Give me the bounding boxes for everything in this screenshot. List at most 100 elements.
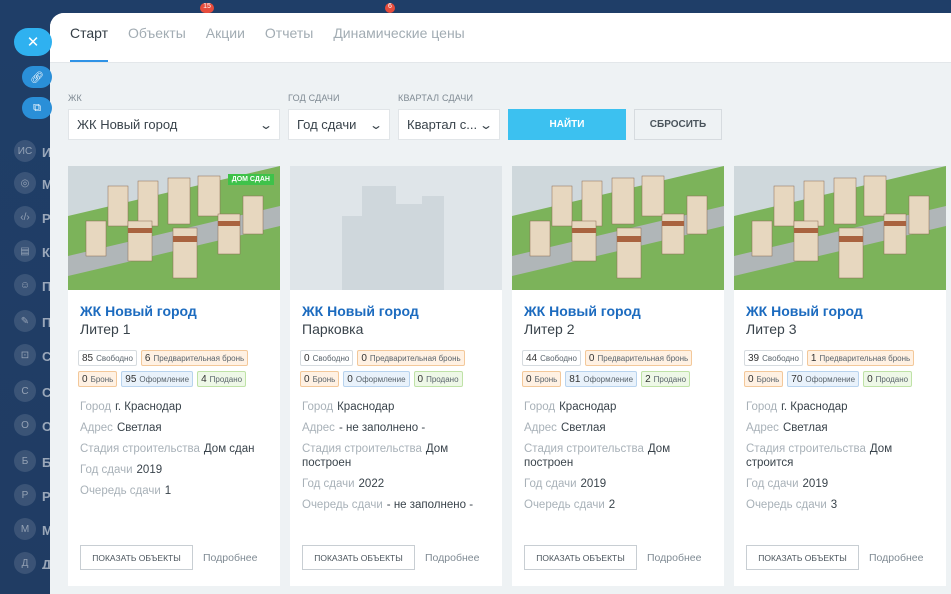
address-row: Адрес Светлая [80,422,162,434]
year-row: Год сдачи 2019 [80,464,163,476]
stats-badges: 0 Свободно 0 Предварительная бронь 0 Бронь … [290,338,502,392]
complex-label: ЖК [68,93,82,103]
tab-start[interactable]: Старт [70,25,109,62]
circle-icon[interactable]: Б [14,450,36,472]
card-subtitle: Литер 2 [524,321,575,337]
slide-panel: Старт Объекты Акции Отчеты Динамические … [50,13,951,594]
tab-promotions[interactable]: Акции [206,25,245,62]
stats-badges: 85 Свободно 6 Предварительная бронь 0 Бронь… [68,338,280,392]
card-title[interactable]: ЖК Новый город Литер 3 [734,290,946,338]
object-card: ДОМ СДАН ЖК Новый город Литер 1 85 Свобод… [68,166,280,586]
tab-dynamic-prices[interactable]: Динамические цены [333,25,464,62]
notification-badge: 6 [385,3,395,13]
show-objects-button[interactable]: ПОКАЗАТЬ ОБЪЕКТЫ [524,545,637,570]
card-subtitle: Литер 1 [80,321,131,337]
quarter-label: Квартал сдачи [398,93,474,103]
circle-icon[interactable]: О [14,414,36,436]
registration-badge: 95 Оформление [121,371,194,387]
queue-row: Очередь сдачи - не заполнено - [302,499,474,511]
find-button[interactable]: НАЙТИ [508,109,626,140]
year-select[interactable]: Год сдачи ⌄ [288,109,390,140]
close-button[interactable]: ✕ [14,28,52,56]
booking-badge: 0 Бронь [78,371,118,387]
reset-button[interactable]: СБРОСИТЬ [634,109,722,140]
edit-icon[interactable]: ✎ [14,310,36,332]
card-subtitle: Парковка [302,321,364,337]
free-badge: 0 Свободно [300,350,354,366]
open-external-button[interactable]: ⧉ [22,97,52,119]
year-label: Год сдачи [288,93,340,103]
details-link[interactable]: Подробнее [869,552,923,564]
card-title-link[interactable]: ЖК Новый город [524,302,712,320]
circle-icon[interactable]: С [14,380,36,402]
chevron-down-icon: ⌄ [478,117,494,132]
card-info: Город г. Краснодар Адрес Светлая Стадия ст… [68,392,280,498]
building-render-image [512,166,724,290]
queue-row: Очередь сдачи 3 [746,499,838,511]
tab-objects[interactable]: Объекты [128,25,186,62]
card-list: ДОМ СДАН ЖК Новый город Литер 1 85 Свобод… [68,166,951,586]
details-link[interactable]: Подробнее [203,552,257,564]
complex-select[interactable]: ЖК Новый город ⌄ [68,109,280,140]
sold-badge: 0 Продано [863,371,913,387]
chevron-down-icon: ⌄ [368,117,384,132]
card-title-link[interactable]: ЖК Новый город [80,302,268,320]
document-icon[interactable]: ▤ [14,240,36,262]
card-footer: ПОКАЗАТЬ ОБЪЕКТЫ Подробнее [524,545,701,570]
prebook-badge: 1 Предварительная бронь [806,350,915,366]
show-objects-button[interactable]: ПОКАЗАТЬ ОБЪЕКТЫ [80,545,193,570]
target-icon[interactable]: ◎ [14,172,36,194]
city-row: Город г. Краснодар [746,401,848,413]
show-objects-button[interactable]: ПОКАЗАТЬ ОБЪЕКТЫ [746,545,859,570]
circle-icon[interactable]: М [14,518,36,540]
card-title[interactable]: ЖК Новый город Литер 2 [512,290,724,338]
close-icon: ✕ [26,34,40,51]
prebook-badge: 0 Предварительная бронь [357,350,465,366]
circle-icon[interactable]: Д [14,552,36,574]
stage-row: Стадия строительства Дом построен [302,443,449,469]
building-render-image: ДОМ СДАН [68,166,280,290]
sold-badge: 4 Продано [197,371,247,387]
sidebar-icon-is[interactable]: ИС [14,140,36,162]
registration-badge: 81 Оформление [565,371,638,387]
quarter-select[interactable]: Квартал с... ⌄ [398,109,500,140]
object-card: ЖК Новый город Литер 3 39 Свободно 1 Предв… [734,166,946,586]
card-title[interactable]: ЖК Новый город Литер 1 [68,290,280,338]
status-tag: ДОМ СДАН [227,174,274,185]
registration-badge: 0 Оформление [343,371,410,387]
code-icon[interactable]: ‹/› [14,206,36,228]
background-topbar: 15 6 [60,0,951,14]
card-title-link[interactable]: ЖК Новый город [302,302,490,320]
year-row: Год сдачи 2022 [302,478,385,490]
details-link[interactable]: Подробнее [647,552,701,564]
link-button[interactable]: 🔗︎ [22,66,52,88]
city-row: Город Краснодар [302,401,395,413]
filter-bar: ЖК ЖК Новый город ⌄ Год сдачи Год сдачи … [68,93,722,140]
card-title[interactable]: ЖК Новый город Парковка [290,290,502,338]
users-icon[interactable]: ☺ [14,274,36,296]
year-row: Год сдачи 2019 [524,478,607,490]
details-link[interactable]: Подробнее [425,552,479,564]
stage-row: Стадия строительства Дом построен [524,443,671,469]
queue-row: Очередь сдачи 2 [524,499,616,511]
sold-badge: 0 Продано [413,371,463,387]
card-title-link[interactable]: ЖК Новый город [746,302,934,320]
external-icon: ⧉ [33,101,41,114]
registration-badge: 70 Оформление [787,371,860,387]
free-badge: 44 Свободно [522,350,581,366]
circle-icon[interactable]: Р [14,484,36,506]
year-row: Год сдачи 2019 [746,478,829,490]
card-info: Город Краснодар Адрес Светлая Стадия строи… [512,392,724,512]
quarter-select-value: Квартал с... [407,117,478,132]
show-objects-button[interactable]: ПОКАЗАТЬ ОБЪЕКТЫ [302,545,415,570]
address-row: Адрес Светлая [524,422,606,434]
card-info: Город г. Краснодар Адрес Светлая Стадия ст… [734,392,946,512]
cart-icon[interactable]: ⊡ [14,344,36,366]
address-row: Адрес Светлая [746,422,828,434]
card-info: Город Краснодар Адрес - не заполнено - Ста… [290,392,502,512]
placeholder-building-image [290,166,502,290]
complex-select-value: ЖК Новый город [77,117,178,132]
card-footer: ПОКАЗАТЬ ОБЪЕКТЫ Подробнее [302,545,479,570]
object-card: ЖК Новый город Литер 2 44 Свободно 0 Предв… [512,166,724,586]
tab-reports[interactable]: Отчеты [265,25,313,62]
